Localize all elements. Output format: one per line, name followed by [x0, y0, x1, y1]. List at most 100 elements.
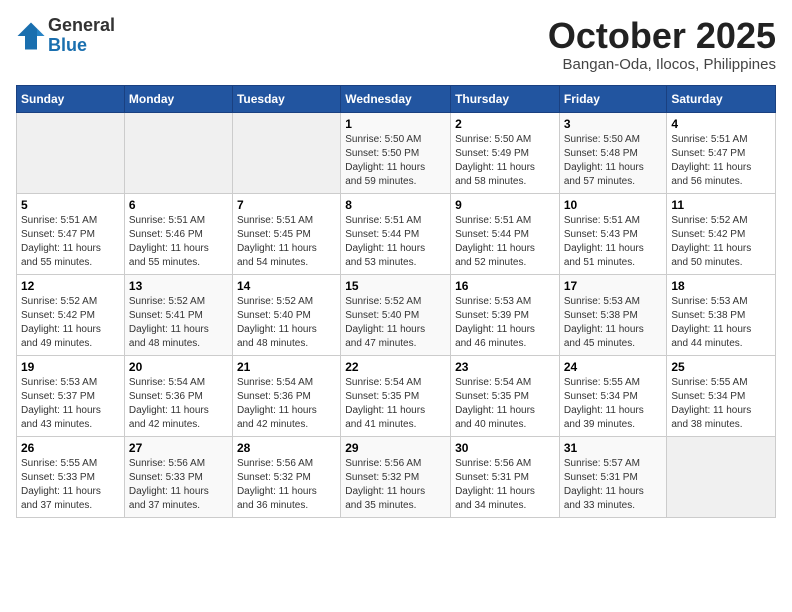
day-info: Sunrise: 5:52 AM Sunset: 5:42 PM Dayligh… [21, 295, 120, 351]
logo-text: General Blue [48, 16, 115, 56]
calendar-cell: 25Sunrise: 5:55 AM Sunset: 5:34 PM Dayli… [667, 355, 776, 436]
calendar-cell: 23 Sunrise: 5:54 AM Sunset: 5:35 PM Dayli… [451, 355, 560, 436]
calendar-week-1: 1Sunrise: 5:50 AM Sunset: 5:50 PM Daylig… [17, 112, 776, 193]
month-title: October 2025 [548, 16, 776, 56]
calendar-header: SundayMondayTuesdayWednesdayThursdayFrid… [17, 85, 776, 112]
day-info: Sunrise: 5:56 AM Sunset: 5:32 PM Dayligh… [237, 457, 336, 513]
day-info: Sunrise: 5:51 AM Sunset: 5:47 PM Dayligh… [21, 214, 120, 270]
day-number: 11 [671, 198, 771, 212]
day-number: 17 [564, 279, 663, 293]
calendar-cell: 17 Sunrise: 5:53 AM Sunset: 5:38 PM Dayli… [559, 274, 667, 355]
calendar-cell: 1Sunrise: 5:50 AM Sunset: 5:50 PM Daylig… [341, 112, 451, 193]
weekday-header-thursday: Thursday [451, 85, 560, 112]
calendar-cell: 4Sunrise: 5:51 AM Sunset: 5:47 PM Daylig… [667, 112, 776, 193]
day-info: Sunrise: 5:52 AM Sunset: 5:42 PM Dayligh… [671, 214, 771, 270]
day-info: Sunrise: 5:56 AM Sunset: 5:33 PM Dayligh… [129, 457, 228, 513]
day-number: 24 [564, 360, 663, 374]
day-info: Sunrise: 5:54 AM Sunset: 5:35 PM Dayligh… [455, 376, 555, 432]
calendar-cell: 5 Sunrise: 5:51 AM Sunset: 5:47 PM Daylig… [17, 193, 125, 274]
day-info: Sunrise: 5:53 AM Sunset: 5:37 PM Dayligh… [21, 376, 120, 432]
day-info: Sunrise: 5:52 AM Sunset: 5:41 PM Dayligh… [129, 295, 228, 351]
calendar-cell: 30Sunrise: 5:56 AM Sunset: 5:31 PM Dayli… [451, 436, 560, 517]
day-info: Sunrise: 5:56 AM Sunset: 5:32 PM Dayligh… [345, 457, 446, 513]
day-number: 28 [237, 441, 336, 455]
calendar-cell: 16Sunrise: 5:53 AM Sunset: 5:39 PM Dayli… [451, 274, 560, 355]
day-number: 13 [129, 279, 228, 293]
calendar-cell: 28 Sunrise: 5:56 AM Sunset: 5:32 PM Dayli… [232, 436, 340, 517]
day-number: 7 [237, 198, 336, 212]
weekday-header-sunday: Sunday [17, 85, 125, 112]
calendar-cell: 14Sunrise: 5:52 AM Sunset: 5:40 PM Dayli… [232, 274, 340, 355]
day-number: 8 [345, 198, 446, 212]
weekday-header-saturday: Saturday [667, 85, 776, 112]
weekday-header-tuesday: Tuesday [232, 85, 340, 112]
logo-general-text: General [48, 16, 115, 36]
calendar-cell: 31 Sunrise: 5:57 AM Sunset: 5:31 PM Dayli… [559, 436, 667, 517]
day-info: Sunrise: 5:57 AM Sunset: 5:31 PM Dayligh… [564, 457, 663, 513]
weekday-header-row: SundayMondayTuesdayWednesdayThursdayFrid… [17, 85, 776, 112]
day-info: Sunrise: 5:53 AM Sunset: 5:38 PM Dayligh… [564, 295, 663, 351]
calendar-cell: 19 Sunrise: 5:53 AM Sunset: 5:37 PM Dayli… [17, 355, 125, 436]
title-block: October 2025 Bangan-Oda, Ilocos, Philipp… [548, 16, 776, 73]
calendar-cell: 13 Sunrise: 5:52 AM Sunset: 5:41 PM Dayli… [124, 274, 232, 355]
calendar-cell: 9Sunrise: 5:51 AM Sunset: 5:44 PM Daylig… [451, 193, 560, 274]
day-number: 5 [21, 198, 120, 212]
calendar-cell: 2Sunrise: 5:50 AM Sunset: 5:49 PM Daylig… [451, 112, 560, 193]
weekday-header-monday: Monday [124, 85, 232, 112]
calendar-week-2: 5 Sunrise: 5:51 AM Sunset: 5:47 PM Daylig… [17, 193, 776, 274]
day-number: 12 [21, 279, 120, 293]
day-info: Sunrise: 5:53 AM Sunset: 5:39 PM Dayligh… [455, 295, 555, 351]
day-info: Sunrise: 5:52 AM Sunset: 5:40 PM Dayligh… [345, 295, 446, 351]
day-number: 4 [671, 117, 771, 131]
calendar-cell: 3 Sunrise: 5:50 AM Sunset: 5:48 PM Daylig… [559, 112, 667, 193]
day-info: Sunrise: 5:53 AM Sunset: 5:38 PM Dayligh… [671, 295, 771, 351]
day-number: 23 [455, 360, 555, 374]
day-info: Sunrise: 5:51 AM Sunset: 5:45 PM Dayligh… [237, 214, 336, 270]
day-number: 6 [129, 198, 228, 212]
calendar-cell: 6Sunrise: 5:51 AM Sunset: 5:46 PM Daylig… [124, 193, 232, 274]
day-number: 26 [21, 441, 120, 455]
day-number: 1 [345, 117, 446, 131]
calendar-cell [17, 112, 125, 193]
weekday-header-friday: Friday [559, 85, 667, 112]
day-info: Sunrise: 5:55 AM Sunset: 5:34 PM Dayligh… [564, 376, 663, 432]
day-info: Sunrise: 5:50 AM Sunset: 5:48 PM Dayligh… [564, 133, 663, 189]
day-info: Sunrise: 5:54 AM Sunset: 5:35 PM Dayligh… [345, 376, 446, 432]
day-number: 31 [564, 441, 663, 455]
calendar-cell: 24 Sunrise: 5:55 AM Sunset: 5:34 PM Dayli… [559, 355, 667, 436]
day-info: Sunrise: 5:50 AM Sunset: 5:49 PM Dayligh… [455, 133, 555, 189]
day-info: Sunrise: 5:56 AM Sunset: 5:31 PM Dayligh… [455, 457, 555, 513]
calendar-table: SundayMondayTuesdayWednesdayThursdayFrid… [16, 85, 776, 518]
page-header: General Blue October 2025 Bangan-Oda, Il… [16, 16, 776, 73]
calendar-cell: 21 Sunrise: 5:54 AM Sunset: 5:36 PM Dayli… [232, 355, 340, 436]
calendar-cell [667, 436, 776, 517]
calendar-cell: 11 Sunrise: 5:52 AM Sunset: 5:42 PM Dayli… [667, 193, 776, 274]
calendar-week-5: 26 Sunrise: 5:55 AM Sunset: 5:33 PM Dayli… [17, 436, 776, 517]
logo-blue-text: Blue [48, 36, 115, 56]
calendar-cell: 15 Sunrise: 5:52 AM Sunset: 5:40 PM Dayli… [341, 274, 451, 355]
day-info: Sunrise: 5:55 AM Sunset: 5:34 PM Dayligh… [671, 376, 771, 432]
day-number: 15 [345, 279, 446, 293]
day-number: 21 [237, 360, 336, 374]
day-number: 20 [129, 360, 228, 374]
day-info: Sunrise: 5:54 AM Sunset: 5:36 PM Dayligh… [237, 376, 336, 432]
logo-icon [16, 21, 46, 51]
day-info: Sunrise: 5:55 AM Sunset: 5:33 PM Dayligh… [21, 457, 120, 513]
calendar-cell: 18 Sunrise: 5:53 AM Sunset: 5:38 PM Dayli… [667, 274, 776, 355]
day-info: Sunrise: 5:51 AM Sunset: 5:44 PM Dayligh… [455, 214, 555, 270]
calendar-cell: 26 Sunrise: 5:55 AM Sunset: 5:33 PM Dayli… [17, 436, 125, 517]
calendar-week-4: 19 Sunrise: 5:53 AM Sunset: 5:37 PM Dayli… [17, 355, 776, 436]
calendar-cell: 12 Sunrise: 5:52 AM Sunset: 5:42 PM Dayli… [17, 274, 125, 355]
calendar-cell: 7 Sunrise: 5:51 AM Sunset: 5:45 PM Daylig… [232, 193, 340, 274]
calendar-cell: 20Sunrise: 5:54 AM Sunset: 5:36 PM Dayli… [124, 355, 232, 436]
day-number: 3 [564, 117, 663, 131]
day-info: Sunrise: 5:52 AM Sunset: 5:40 PM Dayligh… [237, 295, 336, 351]
day-number: 29 [345, 441, 446, 455]
calendar-body: 1Sunrise: 5:50 AM Sunset: 5:50 PM Daylig… [17, 112, 776, 517]
calendar-week-3: 12 Sunrise: 5:52 AM Sunset: 5:42 PM Dayli… [17, 274, 776, 355]
day-number: 18 [671, 279, 771, 293]
day-number: 19 [21, 360, 120, 374]
day-number: 10 [564, 198, 663, 212]
location-text: Bangan-Oda, Ilocos, Philippines [548, 56, 776, 73]
calendar-cell: 8Sunrise: 5:51 AM Sunset: 5:44 PM Daylig… [341, 193, 451, 274]
